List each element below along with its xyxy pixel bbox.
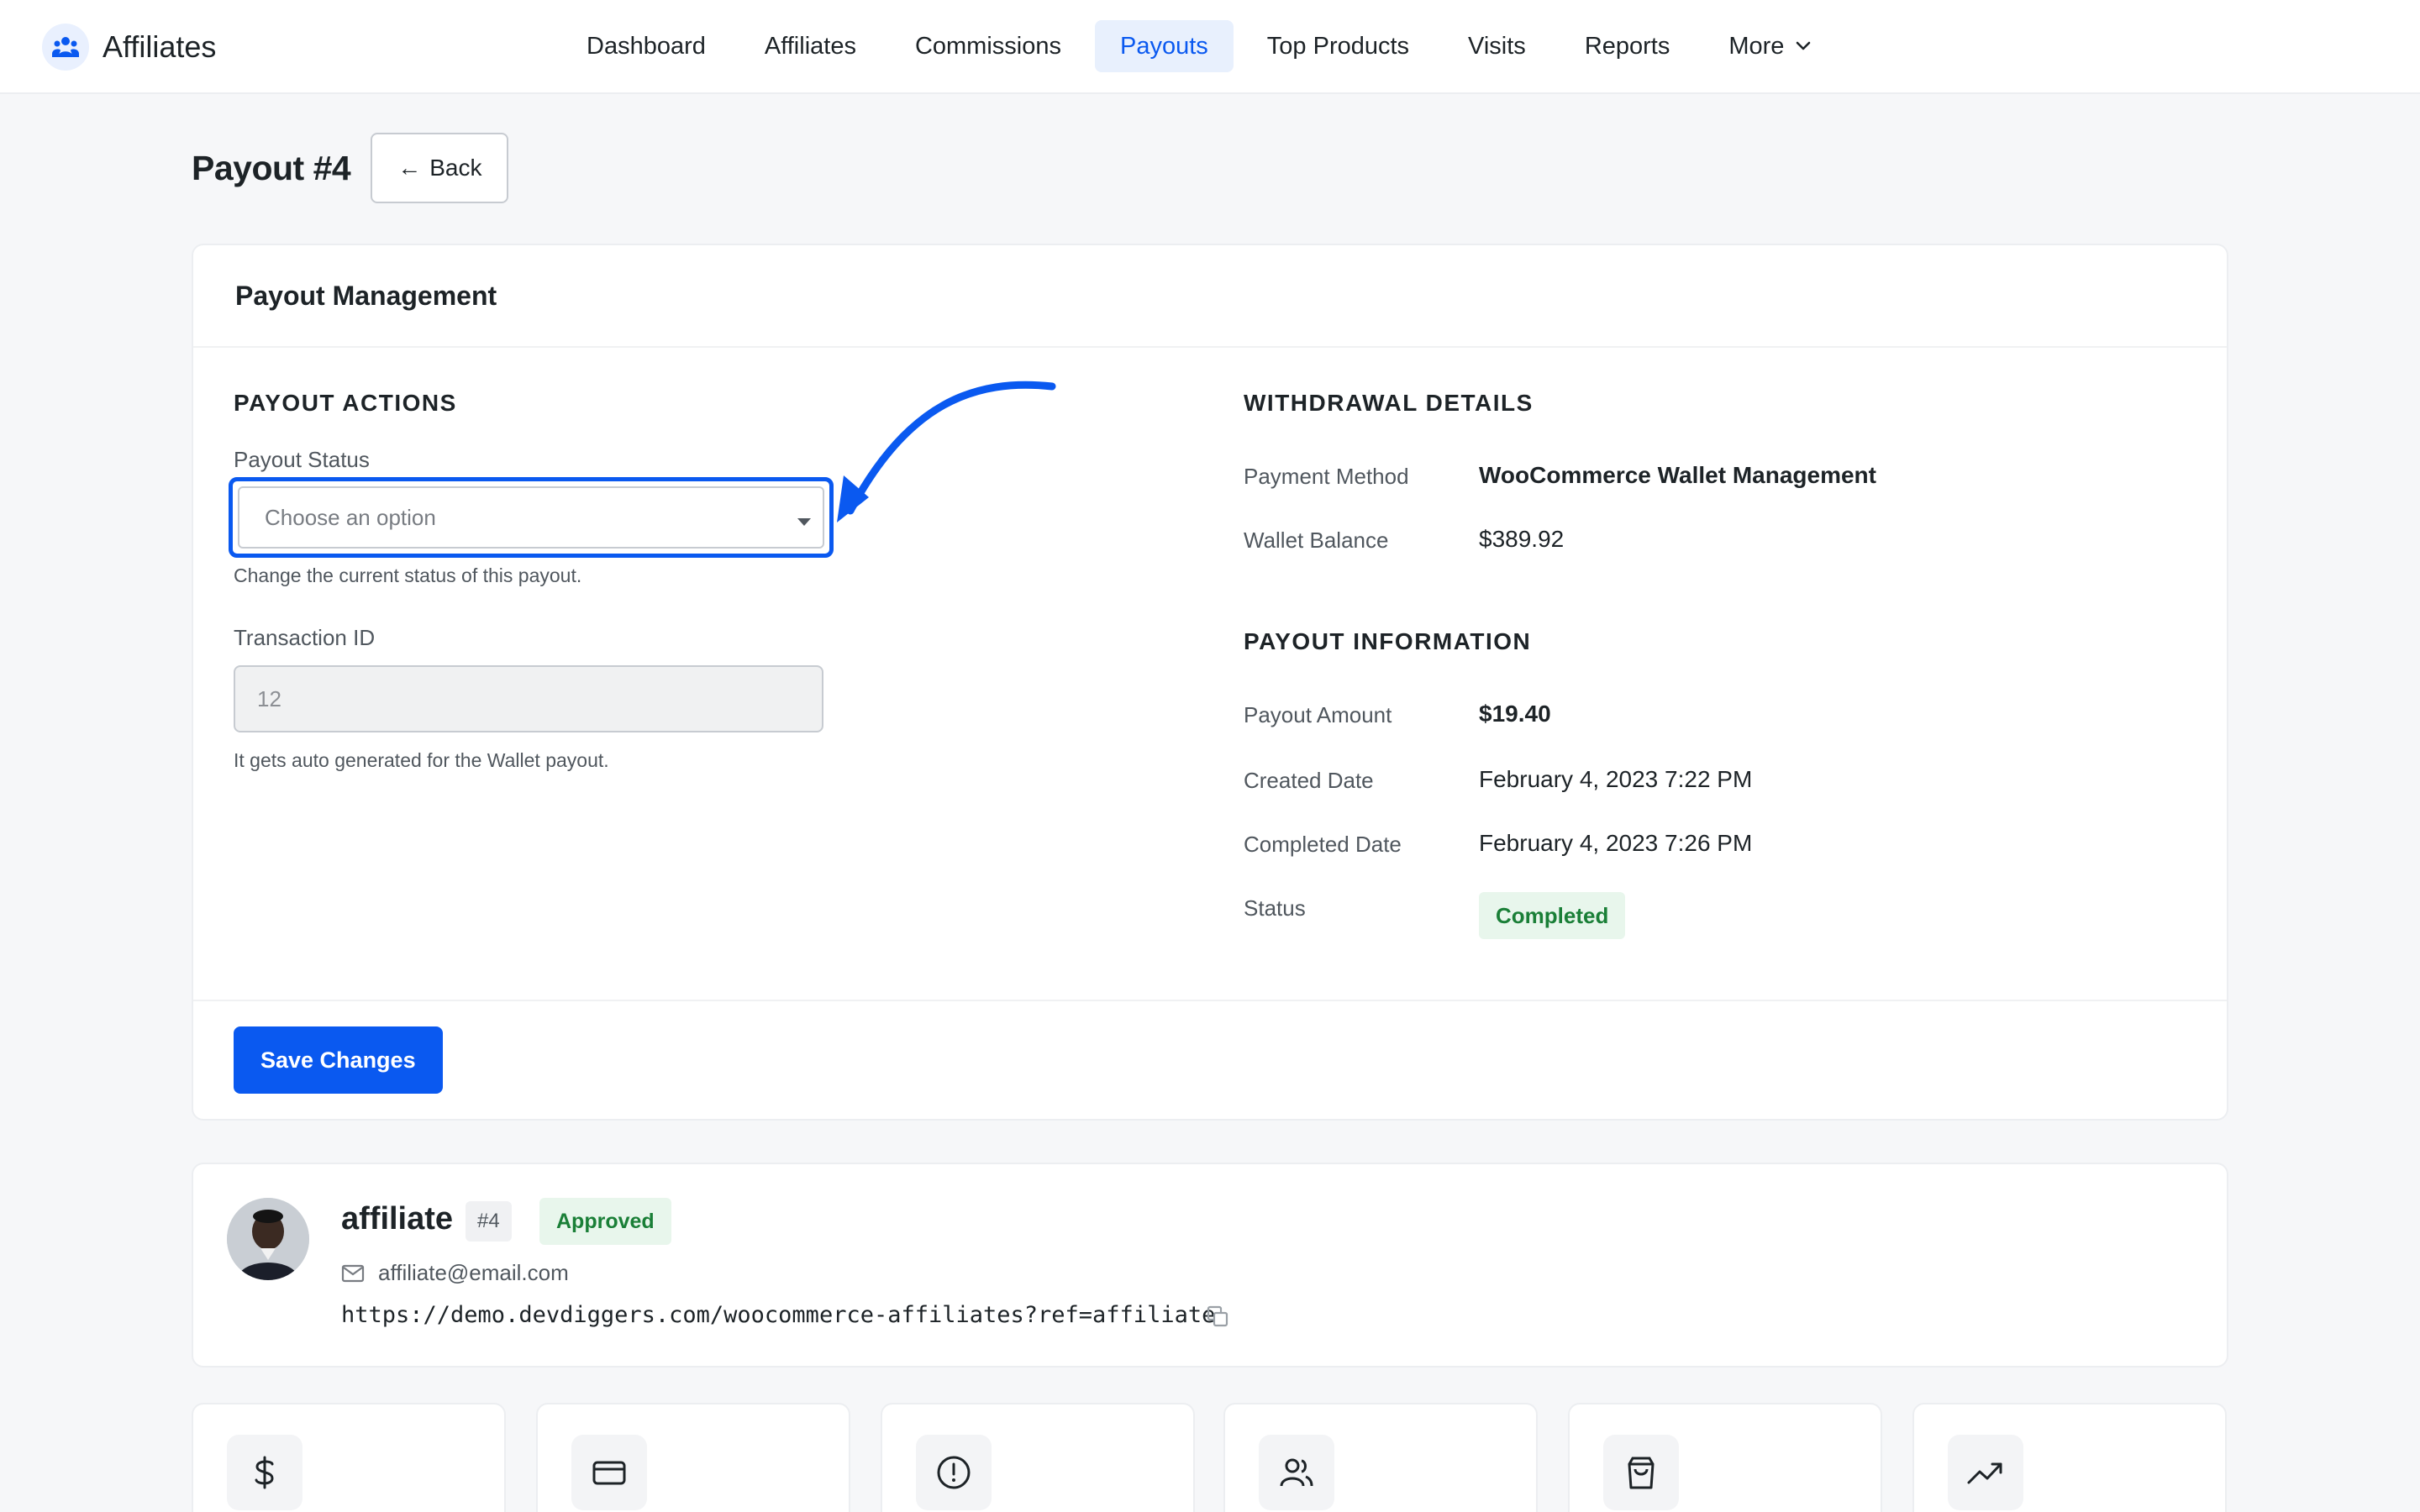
affiliate-name: affiliate — [341, 1201, 454, 1236]
nav-item-commissions[interactable]: Commissions — [890, 20, 1086, 72]
created-date-label: Created Date — [1244, 768, 1374, 793]
avatar — [227, 1198, 309, 1280]
affiliate-email-text: affiliate@email.com — [378, 1260, 569, 1285]
copy-icon[interactable] — [1205, 1304, 1230, 1333]
payout-actions-heading: PAYOUT ACTIONS — [234, 390, 457, 416]
trending-up-icon — [1948, 1435, 2023, 1510]
transaction-id-label: Transaction ID — [234, 625, 376, 650]
page-title: Payout #4 — [192, 148, 351, 187]
affiliate-referral-link: https://demo.devdiggers.com/woocommerce-… — [341, 1302, 1216, 1328]
affiliate-id-badge: #4 — [466, 1201, 512, 1242]
affiliate-email: affiliate@email.com — [341, 1260, 569, 1286]
users-icon — [1259, 1435, 1334, 1510]
completed-date-label: Completed Date — [1244, 832, 1402, 857]
payout-status-highlight: Choose an option — [229, 477, 834, 558]
nav-item-payouts[interactable]: Payouts — [1094, 20, 1234, 72]
card-title: Payout Management — [235, 280, 497, 311]
top-navigation-bar: Affiliates Dashboard Affiliates Commissi… — [0, 0, 2420, 94]
dollar-icon — [227, 1435, 302, 1510]
transaction-id-input: 12 — [234, 665, 823, 732]
payout-status-label: Payout Status — [234, 447, 370, 472]
page-header: Payout #4 ← Back — [192, 133, 509, 203]
shopping-bag-icon — [1603, 1435, 1679, 1510]
payout-amount-value: $19.40 — [1479, 701, 1551, 727]
wallet-balance-label: Wallet Balance — [1244, 528, 1389, 553]
payment-method-label: Payment Method — [1244, 464, 1409, 489]
mail-icon — [341, 1264, 365, 1283]
nav-item-affiliates[interactable]: Affiliates — [739, 20, 881, 72]
app-name: Affiliates — [103, 29, 217, 64]
card-header: Payout Management — [193, 245, 2227, 348]
status-badge: Completed — [1479, 892, 1626, 939]
stat-card-orders — [1568, 1403, 1882, 1512]
nav-item-visits[interactable]: Visits — [1443, 20, 1551, 72]
status-label: Status — [1244, 895, 1306, 921]
nav-item-top-products[interactable]: Top Products — [1242, 20, 1434, 72]
nav-item-dashboard[interactable]: Dashboard — [561, 20, 731, 72]
payout-management-card: Payout Management PAYOUT ACTIONS Payout … — [192, 244, 2228, 1121]
chevron-down-icon — [1794, 37, 1812, 55]
affiliates-logo-icon — [42, 24, 89, 71]
wallet-balance-value: $389.92 — [1479, 526, 1565, 552]
annotation-arrow-icon — [837, 381, 1056, 522]
nav-item-reports[interactable]: Reports — [1560, 20, 1696, 72]
stat-card-payments — [536, 1403, 850, 1512]
stat-card-earnings — [192, 1403, 506, 1512]
credit-card-icon — [571, 1435, 647, 1510]
arrow-left-icon: ← — [397, 155, 422, 181]
affiliate-card: affiliate #4 Approved affiliate@email.co… — [192, 1163, 2228, 1368]
nav-more-label: More — [1728, 32, 1785, 60]
card-footer-divider — [193, 1000, 2227, 1001]
completed-date-value: February 4, 2023 7:26 PM — [1479, 830, 1753, 856]
main-nav: Dashboard Affiliates Commissions Payouts… — [561, 20, 1846, 72]
payment-method-value: WooCommerce Wallet Management — [1479, 462, 1876, 488]
stat-card-referrals — [1223, 1403, 1538, 1512]
payout-status-placeholder: Choose an option — [265, 504, 436, 530]
transaction-id-value: 12 — [257, 685, 281, 711]
payout-information-heading: PAYOUT INFORMATION — [1244, 628, 1532, 654]
stat-card-pending — [881, 1403, 1195, 1512]
payout-amount-label: Payout Amount — [1244, 702, 1392, 727]
transaction-id-help: It gets auto generated for the Wallet pa… — [234, 749, 609, 771]
save-changes-button[interactable]: Save Changes — [234, 1026, 443, 1094]
dropdown-caret-icon — [797, 518, 811, 526]
nav-item-more[interactable]: More — [1703, 20, 1838, 72]
payout-status-help: Change the current status of this payout… — [234, 564, 582, 586]
back-button-label: Back — [429, 155, 482, 181]
back-button[interactable]: ← Back — [371, 133, 509, 203]
affiliate-status-badge: Approved — [539, 1198, 671, 1245]
alert-circle-icon — [916, 1435, 992, 1510]
payout-status-select[interactable]: Choose an option — [238, 486, 824, 549]
brand[interactable]: Affiliates — [42, 22, 216, 72]
created-date-value: February 4, 2023 7:22 PM — [1479, 766, 1753, 792]
stat-card-conversion — [1912, 1403, 2227, 1512]
withdrawal-details-heading: WITHDRAWAL DETAILS — [1244, 390, 1534, 416]
